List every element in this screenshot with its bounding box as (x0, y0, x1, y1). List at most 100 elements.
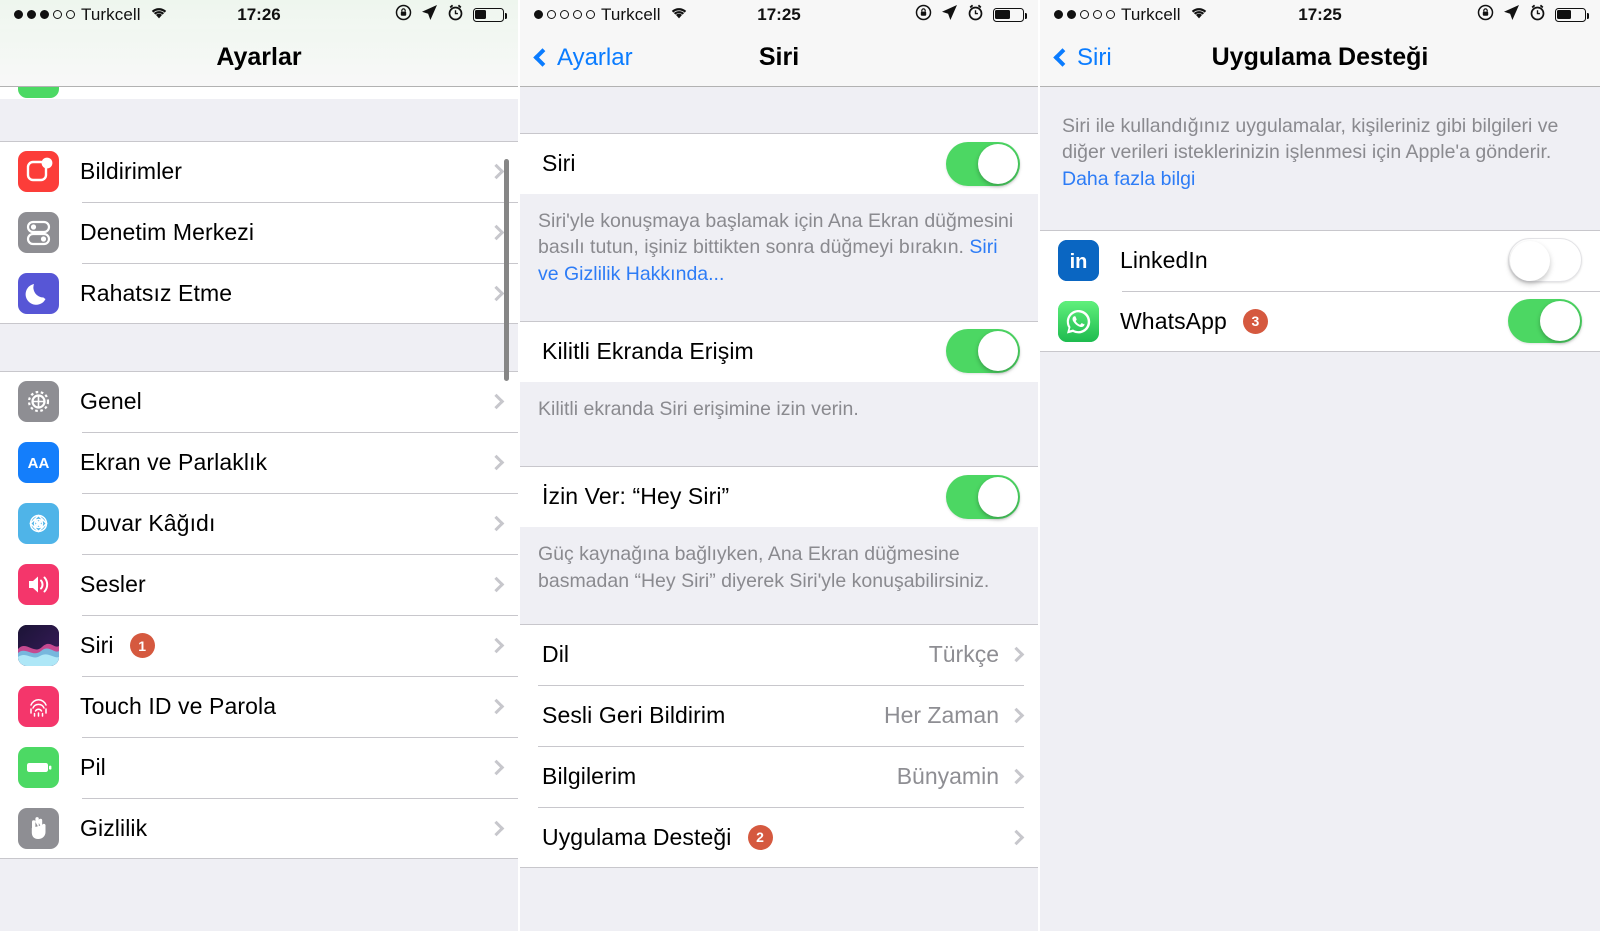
siri-toggle-group: Siri (520, 133, 1038, 194)
chevron-right-icon (488, 224, 505, 241)
scroll-indicator[interactable] (504, 159, 509, 381)
chevron-right-icon (488, 820, 505, 837)
status-bar: Turkcell 17:25 (1040, 0, 1600, 29)
row-value: Her Zaman (883, 701, 999, 728)
row-siri-toggle[interactable]: Siri (520, 133, 1038, 194)
signal-strength-dots (534, 10, 595, 19)
alarm-clock-icon (1529, 4, 1546, 26)
app-row-whatsapp[interactable]: WhatsApp 3 (1040, 290, 1600, 352)
status-bar-left: Turkcell (1054, 5, 1209, 25)
settings-row-general[interactable]: Genel (0, 371, 518, 432)
row-app-support[interactable]: Uygulama Desteği 2 (520, 806, 1038, 868)
settings-row-wallpaper[interactable]: Duvar Kâğıdı (0, 493, 518, 554)
chevron-right-icon (488, 637, 505, 654)
settings-row-siri[interactable]: Siri 1 (0, 615, 518, 676)
lock-screen-group: Kilitli Ekranda Erişim (520, 320, 1038, 382)
chevron-right-icon (488, 163, 505, 180)
section-gap (0, 324, 518, 371)
signal-strength-dots (1054, 10, 1115, 19)
row-label: Siri (542, 150, 576, 176)
back-button[interactable]: Siri (1053, 44, 1112, 72)
display-brightness-icon: AA (18, 442, 59, 483)
lock-screen-footnote: Kilitli ekranda Siri erişimine izin veri… (520, 381, 1038, 467)
settings-row-display-brightness[interactable]: AA Ekran ve Parlaklık (0, 432, 518, 493)
wifi-icon (669, 5, 689, 25)
learn-more-link[interactable]: Daha fazla bilgi (1062, 168, 1195, 190)
row-lock-screen-access[interactable]: Kilitli Ekranda Erişim (520, 320, 1038, 382)
linkedin-switch[interactable] (1508, 238, 1582, 283)
settings-row-touch-id[interactable]: Touch ID ve Parola (0, 676, 518, 737)
whatsapp-switch[interactable] (1508, 299, 1582, 344)
row-voice-feedback[interactable]: Sesli Geri Bildirim Her Zaman (520, 684, 1038, 746)
section-gap (0, 99, 518, 141)
section-gap-bottom (1040, 351, 1600, 872)
settings-row-battery[interactable]: Pil (0, 737, 518, 798)
chevron-right-icon (488, 515, 505, 532)
carrier-label: Turkcell (601, 4, 661, 24)
status-bar: Turkcell 17:26 (0, 0, 518, 29)
general-gear-icon (18, 381, 59, 422)
status-badge: 2 (747, 824, 773, 850)
app-support-list[interactable]: Siri ile kullandığınız uygulamalar, kişi… (1040, 87, 1600, 931)
section-gap (520, 87, 1038, 133)
row-label: İzin Ver: “Hey Siri” (542, 483, 730, 510)
row-label: Dil (542, 640, 570, 667)
touch-id-icon (18, 686, 59, 727)
settings-row-sounds[interactable]: Sesler (0, 554, 518, 615)
row-value: Bünyamin (896, 762, 999, 789)
wifi-icon (149, 5, 169, 25)
settings-row-label: Bildirimler (80, 158, 183, 184)
settings-row-label: Duvar Kâğıdı (80, 510, 216, 536)
carrier-label: Turkcell (81, 4, 141, 24)
nav-bar: Ayarlar Siri (520, 29, 1038, 87)
rotation-lock-icon (915, 4, 932, 26)
location-arrow-icon (1503, 4, 1520, 26)
row-label: Uygulama Desteği (542, 823, 732, 850)
svg-text:in: in (1070, 251, 1088, 273)
hey-siri-switch[interactable] (946, 474, 1020, 519)
settings-list[interactable]: Bildirimler Denetim Merkezi Rahatsız Etm… (0, 87, 518, 931)
battery-icon (473, 7, 508, 22)
chevron-right-icon (488, 285, 505, 302)
settings-row-label: Genel (80, 388, 142, 414)
carrier-label: Turkcell (1121, 4, 1181, 24)
settings-row-do-not-disturb[interactable]: Rahatsız Etme (0, 263, 518, 324)
nav-bar: Ayarlar (0, 29, 518, 87)
app-row-linkedin[interactable]: in LinkedIn (1040, 229, 1600, 291)
status-bar: Turkcell 17:25 (520, 0, 1038, 29)
signal-strength-dots (14, 10, 75, 19)
settings-row-privacy[interactable]: Gizlilik (0, 798, 518, 859)
chevron-right-icon (1008, 829, 1025, 846)
chevron-right-icon (1008, 768, 1025, 785)
back-button[interactable]: Ayarlar (533, 44, 633, 72)
status-badge: 1 (129, 633, 155, 658)
status-badge: 3 (1242, 308, 1268, 334)
row-language[interactable]: Dil Türkçe (520, 623, 1038, 685)
hey-siri-group: İzin Ver: “Hey Siri” (520, 466, 1038, 528)
settings-row-control-center[interactable]: Denetim Merkezi (0, 202, 518, 263)
alarm-clock-icon (967, 4, 984, 26)
row-value: Türkçe (928, 640, 999, 667)
settings-row-label: Gizlilik (80, 815, 148, 841)
linkedin-icon: in (1058, 239, 1099, 281)
svg-text:AA: AA (28, 455, 50, 472)
row-hey-siri[interactable]: İzin Ver: “Hey Siri” (520, 466, 1038, 528)
settings-row-label: Siri (80, 632, 114, 658)
app-row-label: LinkedIn (1120, 246, 1208, 273)
row-label: Kilitli Ekranda Erişim (542, 337, 754, 364)
siri-switch[interactable] (946, 141, 1020, 186)
status-bar-right (1477, 4, 1590, 26)
siri-settings-list[interactable]: Siri Siri'yle konuşmaya başlamak için An… (520, 87, 1038, 931)
section-gap-bottom (0, 859, 518, 919)
settings-row-notifications[interactable]: Bildirimler (0, 141, 518, 202)
lock-screen-switch[interactable] (946, 329, 1020, 374)
row-my-info[interactable]: Bilgilerim Bünyamin (520, 745, 1038, 807)
chevron-right-icon (488, 759, 505, 776)
settings-row-label: Rahatsız Etme (80, 280, 233, 306)
whatsapp-icon (1058, 300, 1099, 342)
settings-group-1: Bildirimler Denetim Merkezi Rahatsız Etm… (0, 141, 518, 324)
settings-row-label: Denetim Merkezi (80, 219, 255, 245)
panel-app-support: Turkcell 17:25 Siri Uygulama Desteği Sir… (1040, 0, 1600, 931)
panel-settings-root: Turkcell 17:26 Ayarlar Bildirimler Denet… (0, 0, 520, 931)
app-list-group: in LinkedIn WhatsApp 3 (1040, 229, 1600, 352)
